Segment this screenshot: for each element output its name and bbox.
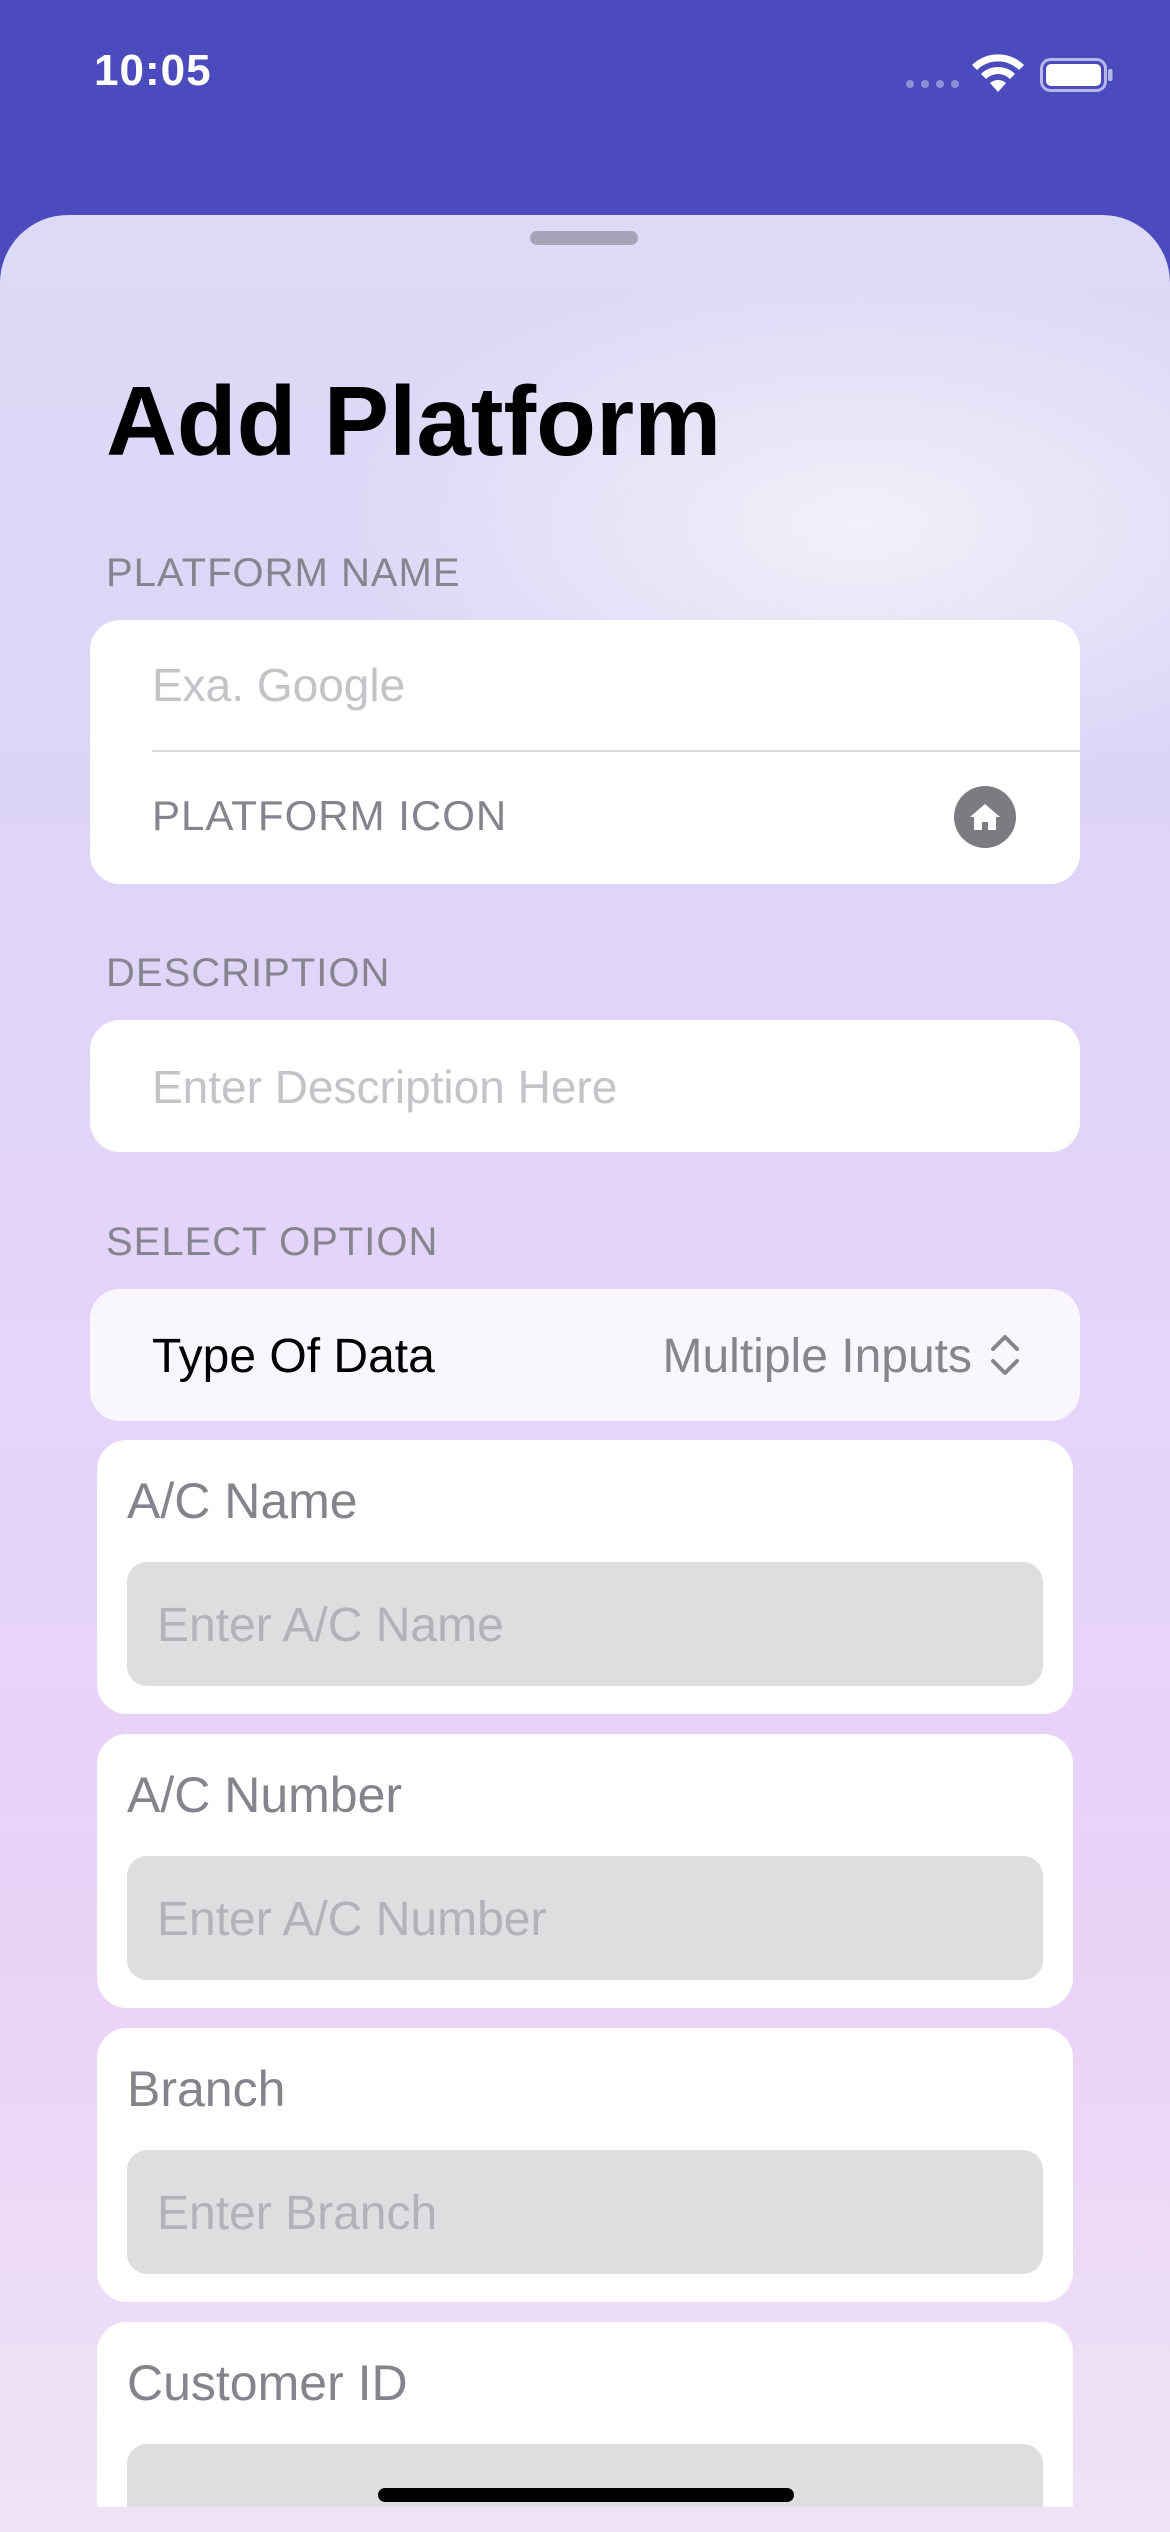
group-divider [152,750,1080,752]
input-placeholder: Enter Branch [157,2187,438,2240]
scroll-clip: Customer ID [0,2322,1170,2507]
home-indicator [378,2488,794,2502]
wifi-icon [972,54,1024,92]
field-card-ac-name: A/C Name Enter A/C Name [97,1440,1073,1714]
type-of-data-picker[interactable]: Type Of Data Multiple Inputs [90,1289,1080,1421]
platform-icon-label: PLATFORM ICON [152,792,508,839]
field-card-branch: Branch Enter Branch [97,2028,1073,2302]
field-label: Branch [127,2061,286,2117]
platform-name-input[interactable]: Exa. Google [152,658,405,712]
description-input[interactable]: Enter Description Here [90,1020,1080,1152]
ac-name-input[interactable]: Enter A/C Name [127,1562,1043,1686]
field-label: A/C Number [127,1767,403,1823]
sheet-grabber[interactable] [530,231,638,245]
battery-icon [1040,58,1113,92]
page-title: Add Platform [106,366,722,476]
field-label: Customer ID [127,2355,408,2411]
platform-name-group: Exa. Google PLATFORM ICON [90,620,1080,884]
ac-number-input[interactable]: Enter A/C Number [127,1856,1043,1980]
platform-name-section-label: PLATFORM NAME [106,551,461,595]
field-card-customer-id: Customer ID [97,2322,1073,2507]
type-of-data-label: Type Of Data [152,1330,435,1383]
status-time: 10:05 [94,46,212,95]
select-option-section-label: SELECT OPTION [106,1220,439,1264]
description-section-label: DESCRIPTION [106,951,391,995]
branch-input[interactable]: Enter Branch [127,2150,1043,2274]
field-label: A/C Name [127,1473,358,1529]
description-placeholder: Enter Description Here [152,1061,618,1113]
field-card-ac-number: A/C Number Enter A/C Number [97,1734,1073,2008]
chevron-up-down-icon [991,1335,1019,1375]
status-bar: 10:05 [0,0,1170,150]
input-placeholder: Enter A/C Name [157,1599,504,1652]
cellular-signal-icon [906,80,959,88]
type-of-data-value: Multiple Inputs [662,1330,973,1383]
house-icon[interactable] [954,786,1016,848]
input-placeholder: Enter A/C Number [157,1893,547,1946]
add-platform-sheet: Add Platform PLATFORM NAME Exa. Google P… [0,215,1170,2532]
